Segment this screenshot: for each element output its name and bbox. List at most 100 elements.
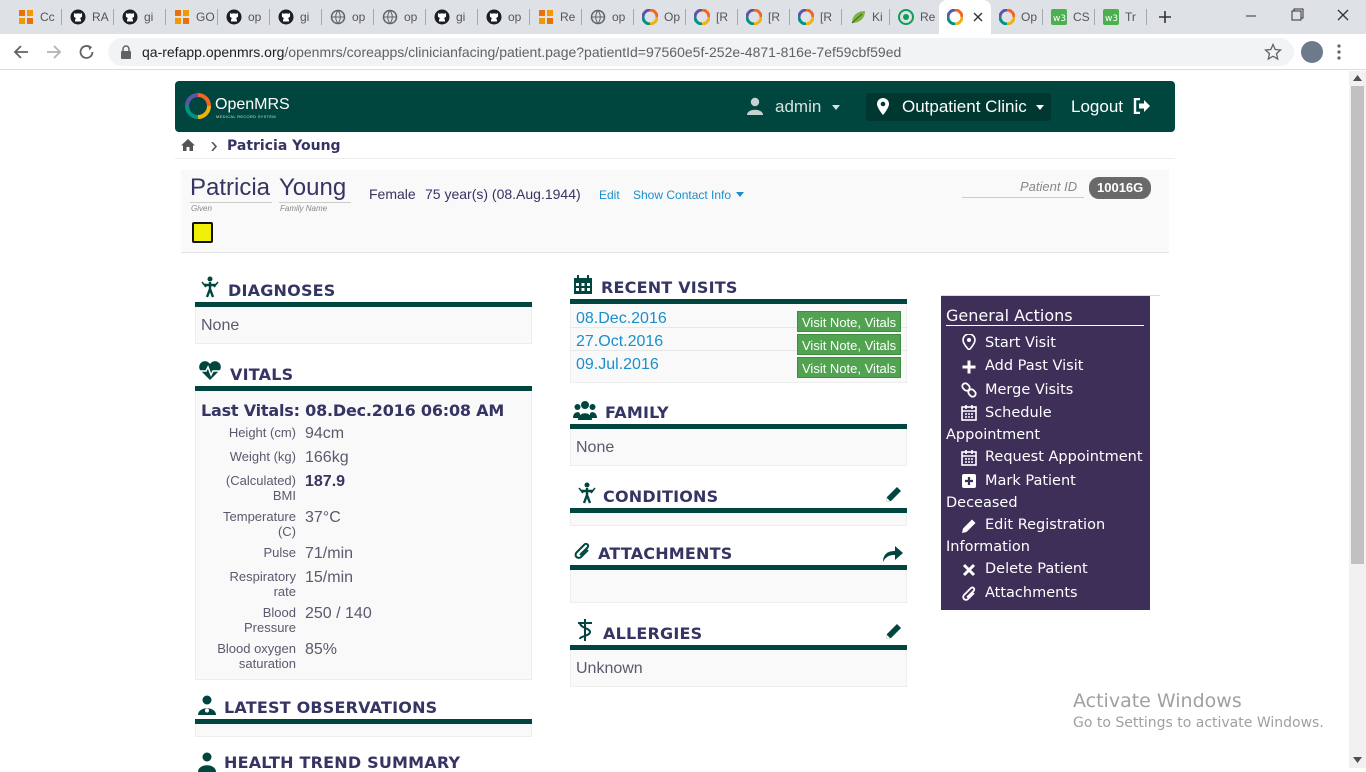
app-header: OpenMRS MEDICAL RECORD SYSTEM admin Outp… bbox=[175, 81, 1175, 132]
list-item: 08.Dec.2016 Visit Note, Vitals bbox=[571, 304, 908, 332]
chevron-right-icon bbox=[211, 142, 217, 151]
start-visit-link[interactable]: Start Visit bbox=[985, 335, 1056, 351]
home-icon[interactable] bbox=[180, 138, 196, 152]
browser-tab[interactable]: w3 CS bbox=[1043, 0, 1095, 34]
page-scrollbar-thumb[interactable] bbox=[1351, 86, 1364, 564]
edit-registration-link[interactable]: Edit Registration bbox=[985, 517, 1105, 533]
browser-tab[interactable]: [R bbox=[738, 0, 790, 34]
allergies-value: Unknown bbox=[576, 660, 643, 677]
profile-avatar[interactable] bbox=[1301, 41, 1323, 63]
browser-tab[interactable]: gi bbox=[270, 0, 322, 34]
openmrs-icon bbox=[798, 9, 814, 25]
window-close-button[interactable] bbox=[1328, 6, 1358, 26]
x-icon bbox=[962, 563, 976, 577]
share-icon[interactable] bbox=[882, 545, 904, 563]
caret-down-icon[interactable] bbox=[736, 192, 744, 197]
close-tab-icon[interactable] bbox=[973, 12, 983, 22]
edit-patient-link[interactable]: Edit bbox=[599, 188, 620, 202]
diagnoses-panel: None bbox=[195, 307, 532, 344]
browser-tab[interactable] bbox=[939, 0, 991, 34]
chevron-down-icon bbox=[832, 105, 840, 110]
allergies-edit-pencil-icon[interactable] bbox=[884, 623, 902, 641]
forward-button[interactable] bbox=[43, 42, 65, 62]
medical-caduceus-icon bbox=[578, 619, 592, 641]
scroll-down-arrow-icon[interactable] bbox=[1353, 757, 1362, 763]
browser-tab-title: op bbox=[352, 10, 366, 24]
sticky-note-icon[interactable] bbox=[192, 222, 213, 243]
browser-tab[interactable]: Cc bbox=[10, 0, 62, 34]
github-icon bbox=[486, 9, 502, 25]
mark-patient-deceased-link[interactable]: Mark Patient bbox=[985, 473, 1076, 489]
browser-tab[interactable]: RA bbox=[62, 0, 114, 34]
calendar-icon bbox=[574, 275, 592, 294]
attachments-link[interactable]: Attachments bbox=[985, 585, 1078, 601]
browser-tab-title: Ki bbox=[872, 10, 883, 24]
conditions-edit-pencil-icon[interactable] bbox=[884, 486, 902, 504]
browser-tab[interactable]: Ki bbox=[842, 0, 890, 34]
openmrs-icon bbox=[947, 9, 963, 25]
browser-tab[interactable]: gi bbox=[114, 0, 166, 34]
visit-date-link[interactable]: 27.Oct.2016 bbox=[576, 333, 663, 351]
vital-value: 166kg bbox=[305, 449, 349, 466]
browser-tab-title: Tr bbox=[1125, 10, 1136, 24]
merge-visits-link[interactable]: Merge Visits bbox=[985, 382, 1073, 398]
browser-tab[interactable]: Re bbox=[890, 0, 939, 34]
browser-tab[interactable]: op bbox=[322, 0, 374, 34]
latest-observations-panel bbox=[195, 724, 532, 737]
browser-tab[interactable]: Op bbox=[634, 0, 686, 34]
vital-label: Weight (kg) bbox=[229, 449, 296, 464]
browser-tab[interactable]: op bbox=[218, 0, 270, 34]
user-md-icon bbox=[198, 752, 216, 772]
browser-tab[interactable]: [R bbox=[790, 0, 842, 34]
browser-tab[interactable]: gi bbox=[426, 0, 478, 34]
vital-label: Pulse bbox=[263, 545, 296, 560]
browser-tab[interactable]: Op bbox=[991, 0, 1043, 34]
window-minimize-button[interactable] bbox=[1236, 6, 1266, 26]
vital-value: 37°C bbox=[305, 509, 341, 526]
globe-icon bbox=[382, 9, 398, 25]
location-menu[interactable]: Outpatient Clinic bbox=[866, 93, 1051, 121]
orange-grid-icon bbox=[538, 9, 554, 25]
breadcrumb: Patricia Young bbox=[175, 133, 1175, 159]
browser-tab[interactable]: GO bbox=[166, 0, 218, 34]
vital-label: Temperature (C) bbox=[223, 509, 296, 539]
browser-tab[interactable]: Re bbox=[530, 0, 582, 34]
add-past-visit-link[interactable]: Add Past Visit bbox=[985, 358, 1083, 374]
heartbeat-icon bbox=[199, 361, 221, 380]
browser-tab[interactable]: [R bbox=[686, 0, 738, 34]
bookmark-star-icon[interactable] bbox=[1264, 43, 1282, 61]
browser-menu-icon[interactable] bbox=[1336, 43, 1342, 61]
schedule-appointment-link[interactable]: Schedule bbox=[985, 405, 1052, 421]
delete-patient-link[interactable]: Delete Patient bbox=[985, 561, 1088, 577]
browser-tab[interactable]: op bbox=[374, 0, 426, 34]
chevron-down-icon bbox=[1036, 105, 1044, 110]
openmrs-logo[interactable]: OpenMRS MEDICAL RECORD SYSTEM bbox=[185, 93, 305, 121]
address-bar[interactable]: qa-refapp.openmrs.org/openmrs/coreapps/c… bbox=[108, 38, 1294, 66]
visit-tag[interactable]: Visit Note, Vitals bbox=[797, 357, 902, 378]
recent-visits-title: RECENT VISITS bbox=[601, 278, 738, 297]
patient-family-name: Young bbox=[279, 174, 347, 201]
edit-registration-link-line2[interactable]: Information bbox=[946, 539, 1030, 555]
mark-patient-deceased-link-line2[interactable]: Deceased bbox=[946, 495, 1018, 511]
logout-button[interactable]: Logout bbox=[1071, 95, 1155, 119]
activate-windows-subtext: Go to Settings to activate Windows. bbox=[1073, 715, 1324, 731]
user-menu[interactable]: admin bbox=[747, 95, 847, 119]
browser-tab[interactable]: op bbox=[478, 0, 530, 34]
new-tab-button[interactable] bbox=[1154, 7, 1176, 27]
request-appointment-link[interactable]: Request Appointment bbox=[985, 449, 1143, 465]
schedule-appointment-link-line2[interactable]: Appointment bbox=[946, 427, 1040, 443]
vital-value: 187.9 bbox=[305, 473, 346, 490]
leaf-icon bbox=[850, 9, 866, 25]
back-button[interactable] bbox=[10, 42, 32, 62]
browser-tab[interactable]: w3 Tr bbox=[1095, 0, 1147, 34]
visit-date-link[interactable]: 08.Dec.2016 bbox=[576, 310, 667, 328]
reload-button[interactable] bbox=[76, 42, 98, 62]
window-restore-button[interactable] bbox=[1282, 6, 1312, 26]
visit-date-link[interactable]: 09.Jul.2016 bbox=[576, 356, 659, 374]
general-actions-title: General Actions bbox=[946, 306, 1073, 325]
browser-tab-title: op bbox=[612, 10, 626, 24]
general-actions-underline bbox=[946, 325, 1144, 326]
show-contact-info-link[interactable]: Show Contact Info bbox=[633, 188, 731, 202]
scroll-up-arrow-icon[interactable] bbox=[1353, 75, 1362, 81]
browser-tab[interactable]: op bbox=[582, 0, 634, 34]
